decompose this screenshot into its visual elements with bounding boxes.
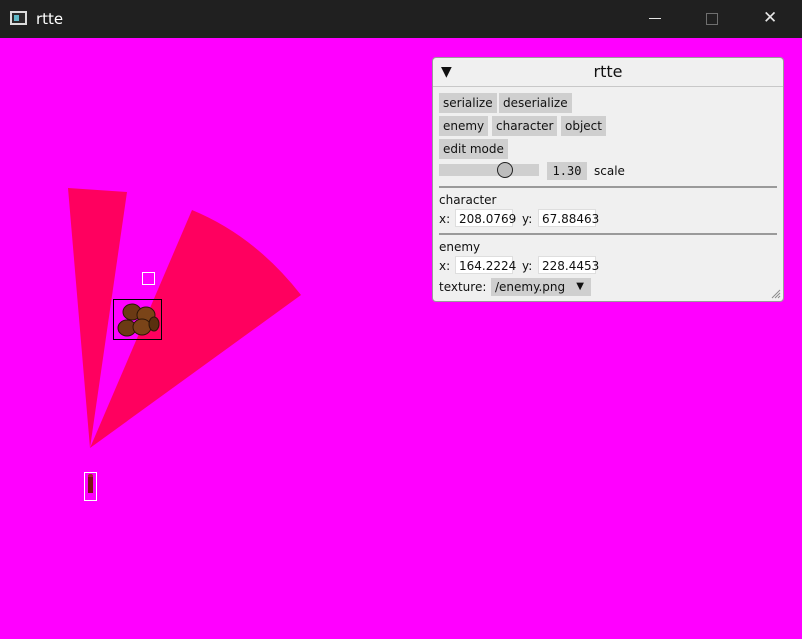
character-y-field[interactable]: 67.88463 [538,209,599,227]
character-x-label: x: [439,212,451,226]
barrels-sprite [117,303,160,337]
texture-value: /enemy.png [495,280,566,294]
editor-panel: ▼ rtte serialize deserialize enemy chara… [432,57,784,302]
close-button[interactable]: ✕ [742,0,800,38]
enemy-heading: enemy [439,240,481,254]
close-icon: ✕ [763,8,778,28]
waypoint-marker[interactable] [142,272,155,285]
texture-dropdown[interactable]: /enemy.png ▼ [491,278,591,296]
object-button[interactable]: object [561,116,606,136]
character-x-field[interactable]: 208.0769 [455,209,516,227]
scale-label: scale [594,164,625,178]
window-title: rtte [36,10,64,28]
deserialize-button[interactable]: deserialize [499,93,572,113]
chevron-down-icon: ▼ [576,281,584,292]
texture-label: texture: [439,280,487,294]
enemy-y-label: y: [522,259,533,273]
maximize-button[interactable] [684,0,742,38]
enemy-x-field[interactable]: 164.2224 [455,256,516,274]
separator [439,186,777,188]
enemy-x-label: x: [439,259,451,273]
slider-knob[interactable] [497,162,513,178]
character-heading: character [439,193,497,207]
panel-header[interactable]: ▼ rtte [433,58,783,87]
character-selection-box[interactable] [84,472,97,501]
character-y-label: y: [522,212,533,226]
scale-value[interactable]: 1.30 [547,162,587,180]
character-button[interactable]: character [492,116,558,136]
separator [439,233,777,235]
scale-slider[interactable] [439,162,539,178]
app-window: rtte ✕ ▼ rtte serialize deserialize enem… [0,0,802,639]
object-selection-box[interactable] [113,299,162,340]
maximize-icon [706,13,718,25]
title-bar[interactable]: rtte ✕ [0,0,802,38]
serialize-button[interactable]: serialize [439,93,497,113]
enemy-y-field[interactable]: 228.4453 [538,256,599,274]
edit-mode-button[interactable]: edit mode [439,139,508,159]
minimize-button[interactable] [627,0,685,38]
panel-title: rtte [593,62,623,81]
minimize-icon [649,18,661,19]
resize-grip-icon[interactable] [771,289,781,299]
enemy-button[interactable]: enemy [439,116,489,136]
app-icon [10,11,27,25]
